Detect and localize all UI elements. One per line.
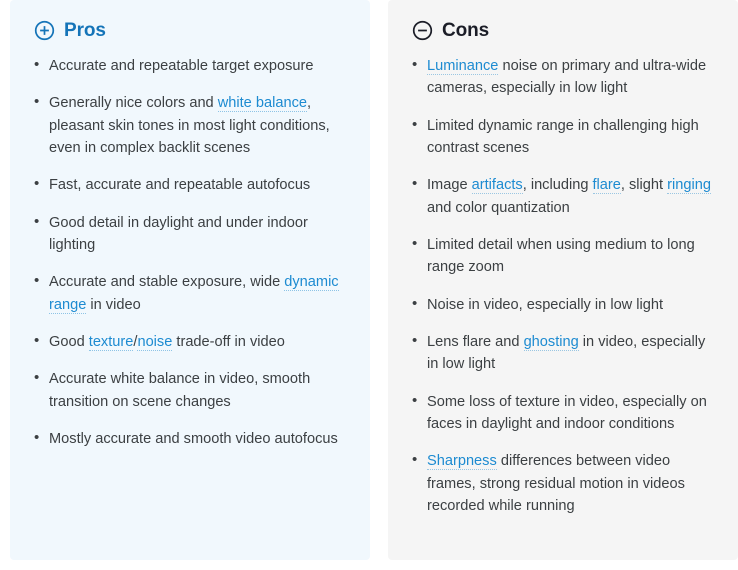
list-item: Image artifacts, including flare, slight… <box>410 173 716 219</box>
glossary-link[interactable]: flare <box>592 177 621 195</box>
pros-title: Pros <box>64 20 106 41</box>
list-item-text: in video <box>86 296 141 313</box>
glossary-link[interactable]: white balance <box>217 95 307 113</box>
list-item: Accurate white balance in video, smooth … <box>32 367 348 413</box>
glossary-link[interactable]: ringing <box>667 177 711 195</box>
glossary-link[interactable]: artifacts <box>471 177 523 195</box>
list-item-text: Image <box>427 177 472 194</box>
list-item: Fast, accurate and repeatable autofocus <box>32 173 348 196</box>
list-item: Luminance noise on primary and ultra-wid… <box>410 54 716 100</box>
glossary-link[interactable]: noise <box>137 333 173 351</box>
list-item: Accurate and repeatable target exposure <box>32 54 348 77</box>
list-item-text: Lens flare and <box>427 333 524 350</box>
circle-minus-icon <box>412 20 433 41</box>
list-item: Noise in video, especially in low light <box>410 293 716 316</box>
list-item: Good detail in daylight and under indoor… <box>32 211 348 257</box>
pros-header: Pros <box>34 20 348 41</box>
list-item: Mostly accurate and smooth video autofoc… <box>32 427 348 450</box>
list-item-text: trade-off in video <box>172 333 285 350</box>
cons-panel: Cons Luminance noise on primary and ultr… <box>388 0 738 560</box>
list-item: Accurate and stable exposure, wide dynam… <box>32 270 348 316</box>
list-item-text: Generally nice colors and <box>49 95 218 112</box>
list-item: Good texture/noise trade-off in video <box>32 330 348 353</box>
list-item-text: Mostly accurate and smooth video autofoc… <box>49 430 338 447</box>
list-item-text: , including <box>522 177 593 194</box>
list-item-text: Limited detail when using medium to long… <box>427 236 695 276</box>
list-item-text: Accurate and repeatable target exposure <box>49 58 314 74</box>
cons-header: Cons <box>412 20 716 41</box>
list-item-text: Limited dynamic range in challenging hig… <box>427 117 699 156</box>
list-item-text: Accurate white balance in video, smooth … <box>49 371 311 410</box>
list-item: Sharpness differences between video fram… <box>410 449 716 517</box>
pros-panel: Pros Accurate and repeatable target expo… <box>10 0 370 560</box>
list-item: Some loss of texture in video, especiall… <box>410 390 716 436</box>
cons-title: Cons <box>442 20 490 41</box>
pros-list: Accurate and repeatable target exposure G… <box>32 54 348 450</box>
list-item: Limited dynamic range in challenging hig… <box>410 114 716 160</box>
list-item: Lens flare and ghosting in video, especi… <box>410 330 716 376</box>
list-item-text: Fast, accurate and repeatable autofocus <box>49 177 311 194</box>
cons-list: Luminance noise on primary and ultra-wid… <box>410 54 716 517</box>
list-item-text: Good detail in daylight and under indoor… <box>49 214 308 253</box>
list-item-text: and color quantization <box>427 199 570 216</box>
glossary-link[interactable]: ghosting <box>523 333 579 351</box>
list-item-text: Good <box>49 333 89 350</box>
list-item-text: , slight <box>620 177 668 194</box>
circle-plus-icon <box>34 20 55 41</box>
glossary-link[interactable]: texture <box>88 333 134 351</box>
list-item: Generally nice colors and white balance,… <box>32 91 348 159</box>
glossary-link[interactable]: Luminance <box>427 58 499 75</box>
list-item-text: Accurate and stable exposure, wide <box>49 274 285 291</box>
glossary-link[interactable]: Sharpness <box>427 453 497 471</box>
list-item-text: Noise in video, especially in low light <box>427 296 664 313</box>
pros-cons-board: Pros Accurate and repeatable target expo… <box>0 0 738 570</box>
list-item: Limited detail when using medium to long… <box>410 233 716 279</box>
list-item-text: Some loss of texture in video, especiall… <box>427 393 707 432</box>
